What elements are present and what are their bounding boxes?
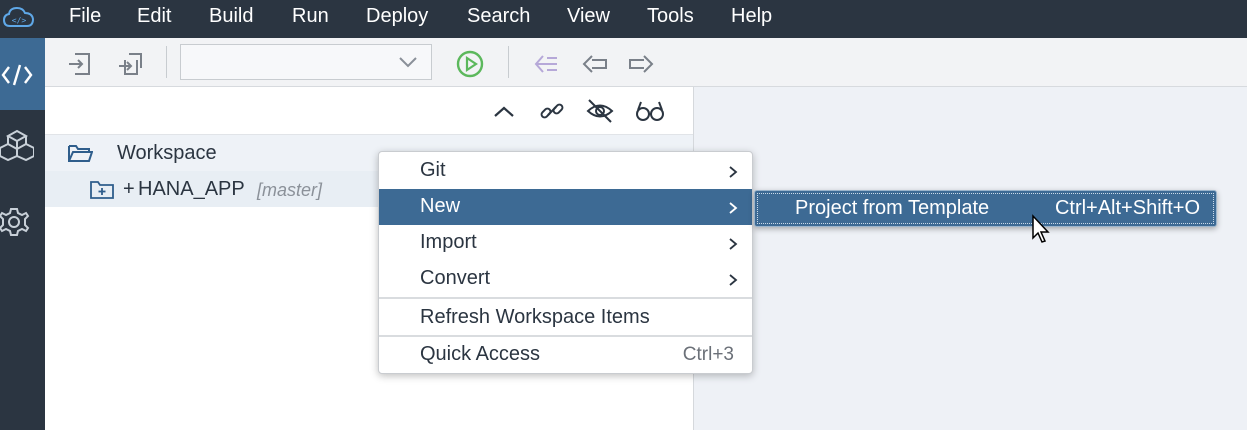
menu-edit[interactable]: Edit bbox=[137, 0, 171, 38]
menu-item-label: Import bbox=[420, 231, 477, 253]
menu-deploy[interactable]: Deploy bbox=[366, 0, 428, 38]
collapse-icon[interactable] bbox=[493, 105, 515, 119]
run-config-select[interactable] bbox=[180, 44, 432, 80]
chevron-down-icon bbox=[399, 57, 417, 68]
toolbar-separator bbox=[166, 46, 167, 78]
menu-build[interactable]: Build bbox=[209, 0, 253, 38]
link-icon[interactable] bbox=[539, 98, 565, 124]
menu-item-new[interactable]: New bbox=[379, 189, 752, 225]
menu-item-label: Git bbox=[420, 159, 446, 181]
chevron-right-icon bbox=[729, 238, 738, 250]
cloud-code-icon[interactable]: </> bbox=[2, 4, 36, 30]
run-icon[interactable] bbox=[456, 50, 484, 78]
menu-bar: </> File Edit Build Run Deploy Search Vi… bbox=[0, 0, 1247, 38]
chevron-right-icon bbox=[729, 166, 738, 178]
workspace-label: Workspace bbox=[117, 142, 217, 164]
submenu-project-from-template[interactable]: Project from Template Ctrl+Alt+Shift+O bbox=[754, 190, 1217, 227]
menu-divider bbox=[379, 297, 752, 299]
menu-item-git[interactable]: Git bbox=[379, 153, 752, 189]
expand-toggle[interactable]: + bbox=[123, 178, 135, 201]
forward-icon[interactable] bbox=[628, 53, 654, 75]
code-icon bbox=[1, 64, 33, 86]
menu-item-label: Convert bbox=[420, 267, 491, 289]
context-menu: Git New Import Convert Refresh Workspace… bbox=[378, 151, 753, 374]
export-icon[interactable] bbox=[117, 52, 143, 76]
back-list-icon[interactable] bbox=[533, 53, 559, 75]
chevron-right-icon bbox=[729, 274, 738, 286]
menu-item-label: Refresh Workspace Items bbox=[420, 306, 650, 328]
menu-view[interactable]: View bbox=[567, 0, 610, 38]
mouse-cursor-icon bbox=[1032, 214, 1050, 243]
folder-open-icon bbox=[68, 145, 93, 162]
settings-gear-icon[interactable] bbox=[0, 206, 32, 238]
toolbar-separator bbox=[508, 46, 509, 78]
shortcut-label: Ctrl+Alt+Shift+O bbox=[1054, 197, 1200, 219]
import-icon[interactable] bbox=[67, 52, 93, 76]
activity-bar bbox=[0, 38, 45, 430]
panel-toolbar bbox=[45, 87, 693, 135]
menu-help[interactable]: Help bbox=[731, 0, 772, 38]
shortcut-label: Ctrl+3 bbox=[682, 344, 734, 365]
submenu-item-label: Project from Template bbox=[795, 197, 990, 219]
menu-item-label: New bbox=[420, 195, 461, 217]
menu-tools[interactable]: Tools bbox=[647, 0, 694, 38]
branch-label: [master] bbox=[257, 180, 323, 200]
toolbar bbox=[45, 38, 1247, 87]
menu-file[interactable]: File bbox=[69, 0, 101, 38]
menu-search[interactable]: Search bbox=[467, 0, 530, 38]
svg-text:</>: </> bbox=[12, 16, 27, 25]
menu-item-label: Quick Access bbox=[420, 343, 541, 365]
hide-icon[interactable] bbox=[586, 98, 614, 124]
back-icon[interactable] bbox=[582, 53, 608, 75]
menu-item-quick-access[interactable]: Quick Access Ctrl+3 bbox=[379, 337, 752, 373]
menu-item-convert[interactable]: Convert bbox=[379, 261, 752, 297]
packages-icon[interactable] bbox=[0, 128, 34, 162]
menu-item-import[interactable]: Import bbox=[379, 225, 752, 261]
menu-item-refresh-workspace[interactable]: Refresh Workspace Items bbox=[379, 300, 752, 336]
project-label: HANA_APP bbox=[138, 178, 245, 200]
project-folder-icon bbox=[90, 181, 114, 199]
glasses-icon[interactable] bbox=[635, 98, 665, 124]
chevron-right-icon bbox=[729, 202, 738, 214]
menu-run[interactable]: Run bbox=[292, 0, 329, 38]
activity-code-button[interactable] bbox=[0, 38, 45, 110]
